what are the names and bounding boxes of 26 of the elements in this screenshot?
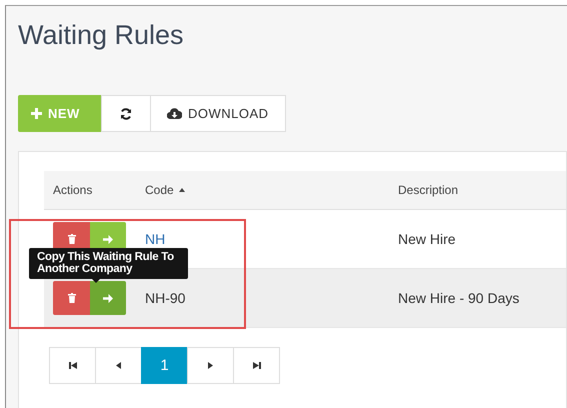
next-icon [208,362,213,369]
code-cell-text: NH [145,231,166,247]
last-page-icon [252,362,260,369]
column-header[interactable]: Actions [53,183,92,197]
arrow-right-icon [103,234,113,244]
description-cell-text: New Hire [398,231,457,247]
page-title: Waiting Rules [18,20,185,52]
download-button[interactable]: DOWNLOAD [150,95,286,132]
plus-icon [31,108,42,119]
first-page-button[interactable] [49,347,96,384]
sort-ascending-icon [178,188,185,192]
trash-icon [68,293,76,303]
tooltip: Copy This Waiting Rule To Another Company [29,248,188,279]
cloud-download-icon [167,108,182,119]
column-header[interactable]: Code [145,183,174,197]
refresh-icon [120,108,132,120]
description-cell-text: New Hire - 90 Days [398,290,520,306]
prev-page-button[interactable] [95,347,142,384]
arrow-right-icon [103,294,113,302]
previous-icon [116,362,121,369]
column-header[interactable]: Description [398,183,458,197]
last-page-button[interactable] [233,347,280,384]
first-page-icon [68,362,76,369]
code-cell-text: NH-90 [145,290,186,306]
trash-icon [68,234,76,244]
refresh-button[interactable] [101,95,151,132]
